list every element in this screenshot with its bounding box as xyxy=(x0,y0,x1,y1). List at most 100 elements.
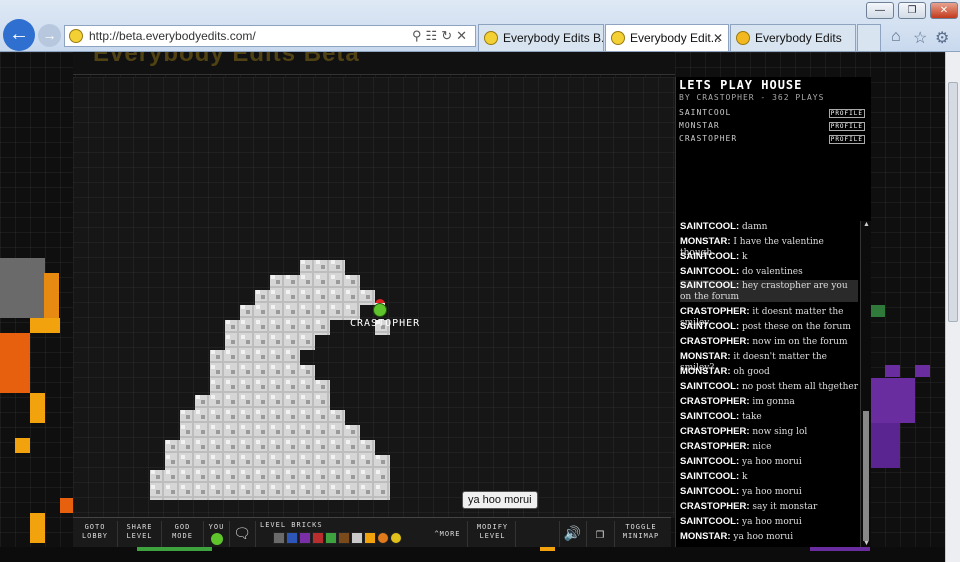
brick-brown[interactable] xyxy=(338,532,350,544)
browser-toolbar: — ❐ ✕ ← → http://beta.everybodyedits.com… xyxy=(0,0,960,52)
modify-level-button[interactable]: MODIFY LEVEL xyxy=(470,521,516,547)
stop-icon[interactable]: ✕ xyxy=(456,28,471,43)
level-title: LETS PLAY HOUSE xyxy=(679,78,803,92)
compat-icon[interactable]: ☷ xyxy=(426,28,442,43)
level-sidebar: LETS PLAY HOUSE BY CRASTOPHER - 362 PLAY… xyxy=(675,77,871,547)
tab-label: Everybody Edits B... xyxy=(503,31,604,45)
chat-message: SAINTCOOL: ya hoo morui xyxy=(680,456,858,468)
toggle-minimap-button[interactable]: TOGGLE MINIMAP xyxy=(615,521,667,547)
chat-log[interactable]: SAINTCOOL: damn MONSTAR: I have the vale… xyxy=(676,221,860,547)
chat-message: SAINTCOOL: hey crastopher are you on the… xyxy=(680,280,858,302)
home-icon[interactable]: ⌂ xyxy=(891,28,901,46)
profile-button[interactable]: PROFILE xyxy=(828,109,865,118)
chat-message: SAINTCOOL: take xyxy=(680,411,858,423)
banner-logo: Everybody Edits Beta xyxy=(93,52,360,67)
goto-lobby-button[interactable]: GOTO LOBBY xyxy=(73,521,118,547)
tab-1[interactable]: Everybody Edits B... xyxy=(478,24,604,51)
back-button[interactable]: ← xyxy=(3,19,35,51)
refresh-icon[interactable]: ↻ xyxy=(441,28,456,43)
tab-2[interactable]: Everybody Edit... ✕ xyxy=(605,24,729,51)
god-mode-button[interactable]: GOD MODE xyxy=(162,521,204,547)
sound-button[interactable]: 🔊 xyxy=(559,521,587,547)
chat-user: CRASTOPHER: xyxy=(680,426,750,437)
level-bricks-panel: LEVEL BRICKS xyxy=(253,520,418,546)
more-bricks-button[interactable]: ^MORE xyxy=(428,521,468,547)
chat-message: SAINTCOOL: k xyxy=(680,471,858,483)
player-name: SAINTCOOL xyxy=(679,108,732,117)
chat-user: SAINTCOOL: xyxy=(680,516,740,527)
chat-user: SAINTCOOL: xyxy=(680,471,740,482)
player-row: MONSTAR PROFILE xyxy=(679,121,867,134)
left-background-blocks xyxy=(0,258,75,543)
new-tab-button[interactable] xyxy=(857,24,881,51)
chat-text: damn xyxy=(741,222,768,232)
chat-message: SAINTCOOL: damn xyxy=(680,221,858,233)
chat-user: CRASTOPHER: xyxy=(680,336,750,347)
brick-blue[interactable] xyxy=(286,532,298,544)
address-bar[interactable]: http://beta.everybodyedits.com/ ⚲☷↻✕ xyxy=(64,25,476,47)
minimize-button[interactable]: — xyxy=(866,2,894,19)
chat-user: SAINTCOOL: xyxy=(680,321,740,332)
minimap-purple-blocks xyxy=(810,547,870,551)
chat-text: ya hoo morui xyxy=(741,487,802,497)
favorites-icon[interactable]: ☆ xyxy=(913,28,927,48)
brick-purple[interactable] xyxy=(299,532,311,544)
chat-user: SAINTCOOL: xyxy=(680,411,740,422)
brick-red[interactable] xyxy=(312,532,324,544)
smiley-select-button[interactable]: YOU xyxy=(204,521,230,547)
chat-message: CRASTOPHER: im gonna xyxy=(680,396,858,408)
gear-icon[interactable]: ⚙ xyxy=(935,28,949,48)
bottom-strip xyxy=(0,547,945,562)
you-label: YOU xyxy=(208,523,225,531)
chat-message: MONSTAR: oh good xyxy=(680,366,858,378)
scroll-up-icon[interactable]: ▲ xyxy=(863,221,870,228)
game-canvas[interactable]: CRASTOPHER xyxy=(73,77,675,517)
chat-user: MONSTAR: xyxy=(680,531,731,542)
back-icon: ← xyxy=(9,23,29,45)
brick-stone[interactable] xyxy=(351,532,363,544)
player-smiley xyxy=(373,303,387,317)
brick-green[interactable] xyxy=(325,532,337,544)
speaker-icon: 🔊 xyxy=(563,526,583,542)
forward-icon: → xyxy=(42,27,57,43)
player-row: SAINTCOOL PROFILE xyxy=(679,108,867,121)
chat-message: SAINTCOOL: no post them all thgether xyxy=(680,381,858,393)
speech-bubble-icon: 🗨 xyxy=(233,526,252,542)
close-window-button[interactable]: ✕ xyxy=(930,2,958,19)
chat-message: SAINTCOOL: ya hoo morui xyxy=(680,516,858,528)
speech-bubble: ya hoo morui xyxy=(462,491,538,509)
profile-button[interactable]: PROFILE xyxy=(828,122,865,131)
level-bricks-label: LEVEL BRICKS xyxy=(260,521,323,529)
chat-text: ya hoo morui xyxy=(733,532,794,542)
share-level-button[interactable]: SHARE LEVEL xyxy=(118,521,162,547)
smiley-favicon-icon xyxy=(611,31,625,45)
chat-user: SAINTCOOL: xyxy=(680,486,740,497)
stone-structure xyxy=(150,260,390,500)
chat-scrollbar-thumb[interactable] xyxy=(863,411,869,541)
brick-orange[interactable] xyxy=(377,532,389,544)
close-tab-icon[interactable]: ✕ xyxy=(713,25,723,51)
brick-yellow[interactable] xyxy=(390,532,402,544)
chat-message: CRASTOPHER: nice xyxy=(680,441,858,453)
scrollbar-thumb[interactable] xyxy=(948,82,958,322)
page-scrollbar[interactable] xyxy=(945,52,960,562)
chat-user: SAINTCOOL: xyxy=(680,456,740,467)
chat-user: SAINTCOOL: xyxy=(680,266,740,277)
tab-3[interactable]: Everybody Edits xyxy=(730,24,856,51)
game-toolbar: GOTO LOBBY SHARE LEVEL GOD MODE YOU 🗨 LE… xyxy=(73,517,671,547)
chat-text: nice xyxy=(752,442,772,452)
fullscreen-button[interactable]: ❐ xyxy=(587,521,615,547)
scroll-down-icon[interactable]: ▼ xyxy=(863,540,870,547)
maximize-button[interactable]: ❐ xyxy=(898,2,926,19)
minimap-green-blocks xyxy=(137,547,212,551)
player-nametag: CRASTOPHER xyxy=(350,318,421,329)
brick-coin[interactable] xyxy=(364,532,376,544)
chat-scrollbar[interactable]: ▲ ▼ xyxy=(860,221,871,547)
search-icon[interactable]: ⚲ xyxy=(412,28,426,43)
forward-button[interactable]: → xyxy=(38,24,61,47)
profile-button[interactable]: PROFILE xyxy=(828,135,865,144)
right-background-blocks xyxy=(870,305,930,468)
chat-user: CRASTOPHER: xyxy=(680,501,750,512)
chat-user: SAINTCOOL: xyxy=(680,251,740,262)
brick-gray[interactable] xyxy=(273,532,285,544)
